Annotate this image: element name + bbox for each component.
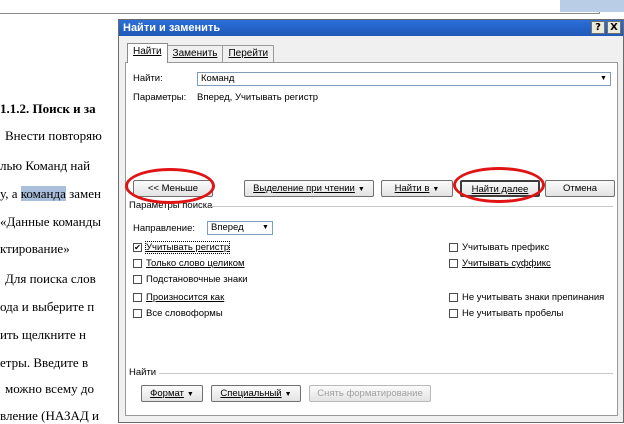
caret-down-icon: ▼ [186, 391, 194, 398]
find-section-label: Найти [129, 367, 157, 378]
cancel-label: Отмена [562, 183, 598, 194]
dialog-title: Найти и заменить [123, 22, 221, 34]
checkbox-match-case[interactable]: ✔ Учитывать регистр [133, 241, 231, 254]
checkbox-ignore-spaces[interactable]: Не учитывать пробелы [449, 308, 563, 319]
checkbox-label: Не учитывать знаки препинания [462, 292, 605, 303]
dropdown-arrow-icon[interactable]: ▼ [598, 74, 609, 84]
checkbox-label: Учитывать суффикс [462, 258, 551, 269]
checkbox-match-suffix[interactable]: Учитывать суффикс [449, 258, 551, 269]
document-line-start: у, а [0, 186, 21, 201]
document-line: «Данные команды [0, 214, 101, 229]
highlighted-word: команда [20, 186, 66, 201]
document-line: у, а команда замен [0, 186, 101, 202]
params-label: Параметры: [133, 92, 187, 103]
caret-down-icon: ▼ [432, 186, 440, 193]
checkbox-label: Только слово целиком [146, 258, 245, 269]
dialog-titlebar[interactable]: Найти и заменить ? X [119, 20, 623, 36]
checkbox-all-forms[interactable]: Все словоформы [133, 308, 223, 319]
less-button[interactable]: << Меньше [133, 180, 213, 197]
tab-goto[interactable]: Перейти [222, 45, 275, 62]
find-next-label: Найти далее [471, 184, 529, 195]
document-line: лью Команд най [0, 158, 91, 173]
document-heading: 1.1.2. Поиск и за [0, 101, 96, 116]
checkbox-box[interactable] [449, 259, 458, 268]
group-divider [159, 373, 613, 374]
find-in-button[interactable]: Найти в ▼ [381, 180, 453, 197]
checkbox-box[interactable] [133, 259, 142, 268]
less-button-label: << Меньше [147, 183, 199, 194]
document-line: ктирование» [0, 241, 70, 256]
dialog-tabs: Найти Заменить Перейти [127, 43, 275, 63]
group-divider [211, 206, 613, 207]
checkbox-sounds-like[interactable]: Произносится как [133, 292, 224, 303]
caret-down-icon: ▼ [357, 186, 365, 193]
tab-replace[interactable]: Заменить [166, 45, 224, 62]
reading-highlight-button[interactable]: Выделение при чтении ▼ [244, 180, 374, 197]
document-line: ода и выберите п [0, 299, 95, 314]
direction-select[interactable]: Вперед ▼ [207, 221, 273, 235]
document-line: вление (НАЗАД и [0, 408, 99, 423]
clear-formatting-button[interactable]: Снять форматирование [309, 385, 431, 402]
checkbox-label: Подстановочные знаки [146, 274, 248, 285]
checkbox-label: Произносится как [146, 292, 225, 303]
checkbox-ignore-punctuation[interactable]: Не учитывать знаки препинания [449, 292, 604, 303]
document-line: ить щелкните н [0, 327, 86, 342]
checkbox-label: Учитывать префикс [462, 242, 550, 253]
checkbox-label: Все словоформы [146, 308, 223, 319]
special-button[interactable]: Специальный ▼ [211, 385, 301, 402]
checkbox-box[interactable] [449, 309, 458, 318]
checkbox-whole-word[interactable]: Только слово целиком [133, 258, 245, 269]
direction-value: Вперед [211, 222, 244, 233]
help-button[interactable]: ? [591, 21, 605, 34]
find-tab-panel [125, 62, 618, 416]
document-line: Внести повторяю [5, 128, 102, 143]
checkbox-box[interactable]: ✔ [133, 243, 142, 252]
checkbox-box[interactable] [449, 293, 458, 302]
close-button[interactable]: X [607, 21, 621, 34]
cancel-button[interactable]: Отмена [545, 180, 615, 197]
search-options-label: Параметры поиска [129, 200, 213, 211]
find-replace-dialog: Найти и заменить ? X Найти Заменить Пере… [118, 19, 624, 423]
checkbox-box[interactable] [133, 309, 142, 318]
find-label: Найти: [133, 73, 163, 84]
document-line: етры. Введите в [0, 355, 89, 370]
params-value: Вперед, Учитывать регистр [197, 92, 319, 103]
clear-formatting-label: Снять форматирование [317, 388, 423, 399]
find-input[interactable]: Команд ▼ [197, 72, 611, 86]
checkbox-box[interactable] [133, 275, 142, 284]
document-line: Для поиска слов [5, 271, 96, 286]
document-line-end: замен [65, 186, 101, 201]
dropdown-arrow-icon[interactable]: ▼ [260, 223, 271, 233]
document-line: можно всему до [5, 381, 94, 396]
checkbox-match-prefix[interactable]: Учитывать префикс [449, 242, 549, 253]
special-label: Специальный [220, 388, 282, 399]
direction-label: Направление: [133, 223, 195, 234]
find-in-label: Найти в [394, 183, 430, 194]
document-text: 1.1.2. Поиск и за Внести повторяю лью Ко… [0, 0, 120, 423]
reading-highlight-label: Выделение при чтении [253, 183, 355, 194]
checkbox-box[interactable] [133, 293, 142, 302]
checkbox-label: Учитывать регистр [144, 241, 231, 254]
tab-find[interactable]: Найти [127, 43, 168, 63]
find-input-value: Команд [201, 73, 235, 84]
checkbox-box[interactable] [449, 243, 458, 252]
checkbox-wildcards[interactable]: Подстановочные знаки [133, 274, 248, 285]
format-label: Формат [150, 388, 184, 399]
checkbox-label: Не учитывать пробелы [462, 308, 564, 319]
find-next-button[interactable]: Найти далее [460, 180, 540, 197]
format-button[interactable]: Формат ▼ [141, 385, 203, 402]
caret-down-icon: ▼ [284, 391, 292, 398]
